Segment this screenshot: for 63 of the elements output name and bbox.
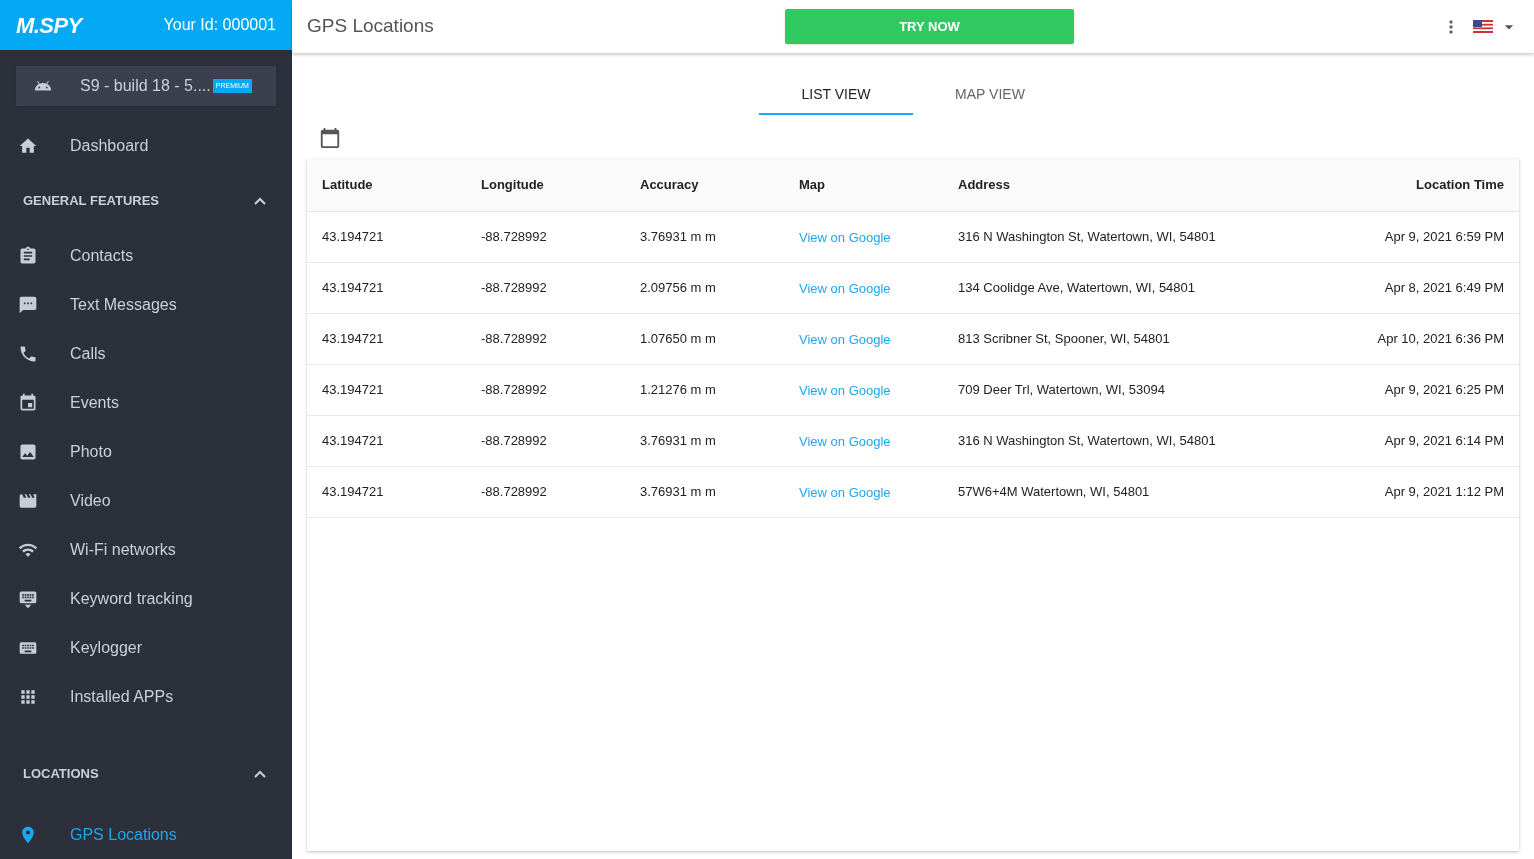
table-cell-text: 57W6+4M Watertown, WI, 54801	[958, 483, 1151, 502]
column-header: Address	[958, 176, 1012, 195]
sidebar-item[interactable]: Calls	[0, 329, 292, 378]
table-cell-text: 43.194721	[322, 228, 385, 247]
table-cell-text: Apr 9, 2021 6:59 PM	[1384, 228, 1504, 247]
column-header: Latitude	[322, 176, 374, 195]
sidebar-item[interactable]: Events	[0, 378, 292, 427]
column-header: Map	[799, 176, 826, 195]
device-name: S9 - build 18 - 5....	[80, 76, 211, 97]
table-cell-text: 43.194721	[322, 483, 385, 502]
table-cell-text: -88.728992	[481, 381, 548, 400]
table-cell-text: 3.76931 m m	[640, 483, 717, 502]
column-header: Accuracy	[640, 176, 700, 195]
sidebar-item[interactable]: Contacts	[0, 231, 292, 280]
table-cell-text: 43.194721	[322, 381, 385, 400]
table-cell-text: 43.194721	[322, 279, 385, 298]
table-cell-text: Apr 9, 2021 1:12 PM	[1384, 483, 1504, 502]
table-cell-text: 3.76931 m m	[640, 432, 717, 451]
table-cell-text: Apr 9, 2021 6:25 PM	[1384, 381, 1504, 400]
chevron-up-icon	[254, 196, 266, 205]
table-cell-text: -88.728992	[481, 228, 548, 247]
sidebar-item[interactable]: Video	[0, 476, 292, 525]
page-title: GPS Locations	[307, 14, 435, 39]
message-icon	[18, 294, 38, 315]
table-cell-text: 43.194721	[322, 330, 385, 349]
clipboard-icon	[18, 245, 38, 266]
flag-icon[interactable]	[1473, 20, 1493, 33]
calendar-icon	[18, 392, 38, 413]
section-header[interactable]: LOCATIONS	[0, 743, 292, 804]
calendar-icon[interactable]	[319, 127, 341, 149]
user-id: Your Id: 000001	[163, 15, 276, 36]
column-header: Location Time	[1416, 176, 1504, 195]
chevron-up-icon	[254, 769, 266, 778]
section-header[interactable]: GENERAL FEATURES	[0, 170, 292, 231]
table-cell-text: -88.728992	[481, 432, 548, 451]
table-cell-text: 316 N Washington St, Watertown, WI, 54801	[958, 432, 1217, 451]
logo: M.SPY	[16, 11, 82, 40]
table-cell-text: 1.21276 m m	[640, 381, 717, 400]
table-cell-text: Apr 9, 2021 6:14 PM	[1384, 432, 1504, 451]
sidebar-item[interactable]: Keylogger	[0, 623, 292, 672]
table-cell-text: 2.09756 m m	[640, 279, 717, 298]
sidebar-item[interactable]: Wi-Fi networks	[0, 525, 292, 574]
table-cell-text: 813 Scribner St, Spooner, WI, 54801	[958, 330, 1171, 349]
sidebar-item[interactable]: Dashboard	[0, 121, 292, 170]
view-tab[interactable]: LIST VIEW	[759, 75, 913, 115]
table-cell-text: -88.728992	[481, 330, 548, 349]
table-cell-text: Apr 8, 2021 6:49 PM	[1384, 279, 1504, 298]
table-cell-text: Apr 10, 2021 6:36 PM	[1377, 330, 1504, 349]
sidebar-item[interactable]: Photo	[0, 427, 292, 476]
table-cell-text: 316 N Washington St, Watertown, WI, 54801	[958, 228, 1217, 247]
table-cell-text: 709 Deer Trl, Watertown, WI, 53094	[958, 381, 1166, 400]
table-cell-text: 1.07650 m m	[640, 330, 717, 349]
sidebar-item[interactable]: GPS Locations	[0, 810, 292, 859]
table-cell-text: 134 Coolidge Ave, Watertown, WI, 54801	[958, 279, 1197, 298]
column-header: Longitude	[481, 176, 545, 195]
sidebar-item[interactable]: Installed APPs	[0, 672, 292, 721]
table-cell-text: -88.728992	[481, 279, 548, 298]
table-cell-text: 43.194721	[322, 432, 385, 451]
table-cell-text: 3.76931 m m	[640, 228, 717, 247]
table-cell-text: -88.728992	[481, 483, 548, 502]
sidebar-item[interactable]: Text Messages	[0, 280, 292, 329]
sidebar-item[interactable]: Keyword tracking	[0, 574, 292, 623]
view-tab[interactable]: MAP VIEW	[913, 75, 1067, 115]
